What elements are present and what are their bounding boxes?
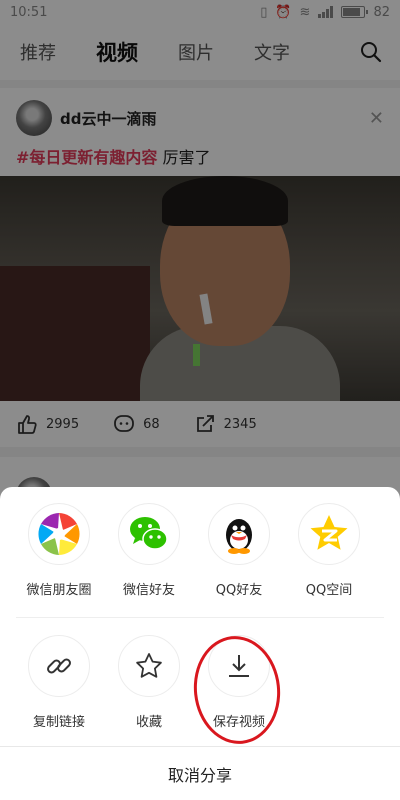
favorite-button[interactable]: 收藏 xyxy=(104,635,194,730)
cancel-share-button[interactable]: 取消分享 xyxy=(0,746,400,800)
divider xyxy=(16,617,384,618)
share-row-social: 微信朋友圈 微信好友 QQ好友 QQ空间 xyxy=(0,503,400,598)
qzone-icon xyxy=(310,515,348,550)
share-qq[interactable]: QQ好友 xyxy=(194,503,284,598)
wechat-icon xyxy=(130,517,168,550)
share-label: QQ空间 xyxy=(305,583,353,598)
share-label: 微信朋友圈 xyxy=(26,583,92,598)
qq-icon xyxy=(226,519,252,554)
share-label: 复制链接 xyxy=(32,715,85,730)
share-label: 微信好友 xyxy=(122,583,175,598)
star-icon xyxy=(136,653,162,678)
link-icon xyxy=(47,658,71,674)
share-qzone[interactable]: QQ空间 xyxy=(284,503,374,598)
share-label: 保存视频 xyxy=(212,715,265,730)
share-wechat[interactable]: 微信好友 xyxy=(104,503,194,598)
save-video-button[interactable]: 保存视频 xyxy=(194,635,284,730)
download-icon xyxy=(229,655,249,677)
share-sheet: 微信朋友圈 微信好友 QQ好友 QQ空间 复制链接 收藏 保存视频 取消分享 xyxy=(0,487,400,800)
share-row-actions: 复制链接 收藏 保存视频 xyxy=(0,635,400,730)
copy-link-button[interactable]: 复制链接 xyxy=(14,635,104,730)
moments-icon xyxy=(38,513,80,555)
share-label: QQ好友 xyxy=(215,583,263,598)
share-moments[interactable]: 微信朋友圈 xyxy=(14,503,104,598)
share-label: 收藏 xyxy=(135,715,162,730)
